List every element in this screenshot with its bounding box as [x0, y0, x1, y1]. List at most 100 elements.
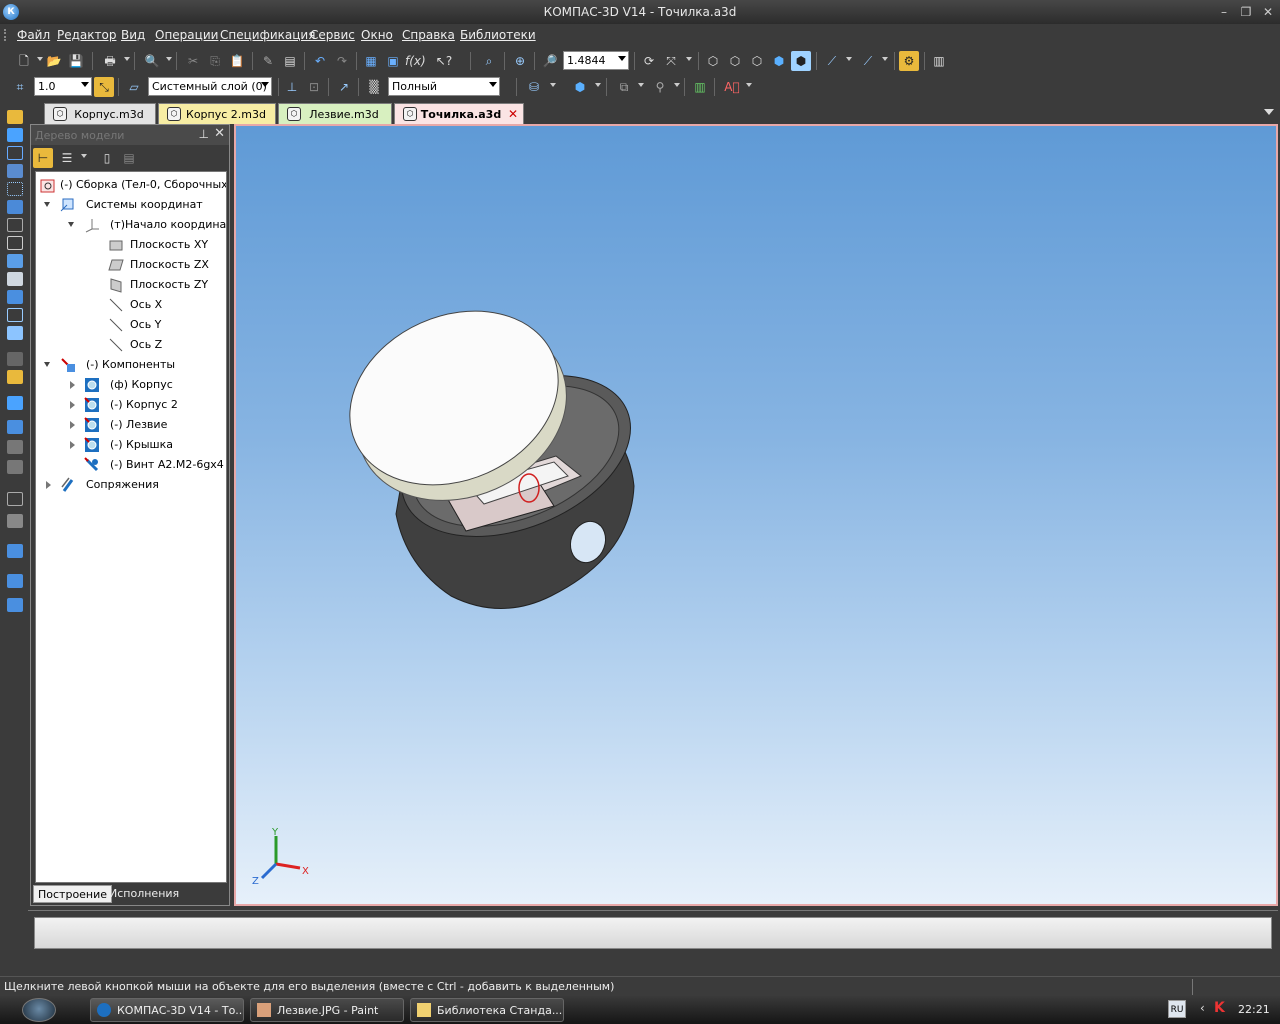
rotate-icon[interactable]: ⟳ — [639, 51, 659, 71]
tab-korpus[interactable]: ⬡ Корпус.m3d — [44, 103, 156, 124]
language-indicator[interactable]: RU — [1168, 1000, 1186, 1018]
zoom-scale-icon[interactable]: 🔎 — [540, 51, 560, 71]
open-folder-icon[interactable]: 📂 — [44, 51, 64, 71]
tree-node-components[interactable]: (-) Компоненты — [44, 356, 226, 374]
tree-view-dropdown-icon[interactable] — [81, 154, 87, 158]
cut-plane-dropdown-icon[interactable] — [882, 57, 888, 61]
aux-geometry-icon[interactable] — [7, 200, 23, 214]
tree-filter-dropdown-icon[interactable] — [674, 83, 680, 87]
view-mode-combo[interactable]: Полный — [388, 77, 500, 96]
model-viewport[interactable]: Y X Z — [234, 124, 1278, 906]
step-icon[interactable]: ⌗ — [10, 77, 30, 97]
orientation-icon[interactable]: ⤧ — [661, 51, 681, 71]
tree-node-coord-systems[interactable]: Системы координат — [44, 196, 226, 214]
orthogonal-icon[interactable]: ⊡ — [304, 77, 324, 97]
menu-grip[interactable] — [4, 29, 7, 41]
collapse-icon[interactable] — [70, 381, 75, 389]
attach-dropdown-icon[interactable] — [638, 83, 644, 87]
help-pointer-icon[interactable]: ↖? — [434, 51, 454, 71]
tab-tochilka[interactable]: ⬡ Точилка.a3d ✕ — [394, 103, 524, 124]
cut-icon[interactable]: ✂ — [183, 51, 203, 71]
clock[interactable]: 22:21 — [1238, 1003, 1270, 1016]
section-icon[interactable]: ⟋ — [822, 51, 842, 71]
tree-node-axis-y[interactable]: Ось Y — [108, 316, 226, 334]
insert-icon[interactable] — [7, 370, 23, 384]
tree-filter-icon[interactable]: ⚲ — [650, 77, 670, 97]
library-icon[interactable] — [7, 574, 23, 588]
save-icon[interactable]: 💾 — [66, 51, 86, 71]
annotation-icon[interactable]: A⃞ — [722, 77, 742, 97]
tree-node-assembly[interactable]: (-) Сборка (Тел-0, Сборочных е — [40, 176, 226, 194]
redo-icon[interactable]: ↷ — [332, 51, 352, 71]
menu-help[interactable]: Справка — [402, 28, 455, 42]
menu-editor[interactable]: Редактор — [57, 28, 116, 42]
tree-node-axis-x[interactable]: Ось X — [108, 296, 226, 314]
tray-expand-icon[interactable]: ‹ — [1200, 1001, 1205, 1015]
menu-libraries[interactable]: Библиотеки — [460, 28, 536, 42]
zoom-fit-icon[interactable]: ⊕ — [510, 51, 530, 71]
thin-lines-icon[interactable]: ⬡ — [747, 51, 767, 71]
arrays-icon[interactable] — [7, 182, 23, 196]
snap-icon[interactable]: ⤡ — [94, 77, 114, 97]
spatial-curves-icon[interactable] — [7, 146, 23, 160]
variables-fx-icon[interactable]: f(x) — [405, 51, 426, 71]
detail-level-icon[interactable]: ▒ — [364, 77, 384, 97]
taskbar-library[interactable]: Библиотека Станда... — [410, 998, 564, 1022]
halftone-icon[interactable]: ⬢ — [769, 51, 789, 71]
sharpener-model[interactable] — [236, 126, 1276, 904]
print-dropdown-icon[interactable] — [124, 57, 130, 61]
undo-icon[interactable]: ↶ — [310, 51, 330, 71]
tree-node-plane-zx[interactable]: Плоскость ZX — [108, 256, 226, 274]
halftone-outline-icon[interactable]: ⬢ — [791, 51, 811, 71]
tree-node-kryshka[interactable]: (-) Крышка — [70, 436, 226, 454]
close-panel-icon[interactable]: ✕ — [214, 126, 225, 141]
tree-node-korpus2[interactable]: (-) Корпус 2 — [70, 396, 226, 414]
zoom-dropdown-icon[interactable] — [618, 56, 626, 61]
wireframe-icon[interactable]: ⬡ — [703, 51, 723, 71]
tree-node-plane-xy[interactable]: Плоскость XY — [108, 236, 226, 254]
mates-icon[interactable] — [7, 218, 23, 232]
view-manager-icon[interactable]: ▥ — [929, 51, 949, 71]
view-mode-dropdown-icon[interactable] — [489, 82, 497, 87]
layer-combo[interactable]: Системный слой (0) — [148, 77, 272, 96]
zoom-window-icon[interactable]: ⌕ — [479, 51, 499, 71]
annotation-dropdown-icon[interactable] — [746, 83, 752, 87]
pin-icon[interactable]: ⊥ — [199, 127, 209, 141]
new-file-icon[interactable]: 🗋 — [14, 51, 34, 71]
start-button[interactable] — [22, 998, 56, 1022]
filters-icon[interactable] — [7, 254, 23, 268]
section-dropdown-icon[interactable] — [846, 57, 852, 61]
menu-file[interactable]: Файл — [17, 28, 50, 42]
step-combo[interactable]: 1.0 — [34, 77, 92, 96]
tree-settings-icon[interactable]: ▤ — [119, 148, 139, 168]
hidden-lines-icon[interactable]: ⬡ — [725, 51, 745, 71]
select-icon[interactable]: ⬢ — [570, 77, 590, 97]
attributes-icon[interactable] — [7, 598, 23, 612]
restore-button[interactable]: ❐ — [1237, 4, 1255, 20]
parametric-icon[interactable]: ↗ — [334, 77, 354, 97]
tree-view-structure-icon[interactable]: ⊢ — [33, 148, 53, 168]
collapse-icon[interactable] — [70, 441, 75, 449]
layer-icon[interactable]: ▱ — [124, 77, 144, 97]
step-dropdown-icon[interactable] — [81, 82, 89, 87]
reports-icon[interactable] — [7, 290, 23, 304]
attach-icon[interactable]: ⧉ — [614, 77, 634, 97]
filter-icon[interactable]: ⛁ — [524, 77, 544, 97]
expand-icon[interactable] — [44, 202, 50, 207]
collapse-icon[interactable] — [70, 421, 75, 429]
properties-icon[interactable]: ▤ — [280, 51, 300, 71]
measure-icon[interactable]: ▥ — [690, 77, 710, 97]
menu-service[interactable]: Сервис — [310, 28, 355, 42]
antivirus-icon[interactable]: K — [1214, 1000, 1230, 1018]
tree-node-lezvie[interactable]: (-) Лезвие — [70, 416, 226, 434]
macro-icon[interactable] — [7, 544, 23, 558]
tree-node-korpus[interactable]: (ф) Корпус — [70, 376, 226, 394]
copy-icon[interactable]: ⎘ — [205, 51, 225, 71]
tree-node-screw[interactable]: (-) Винт A2.M2-6gx4 ГС — [70, 456, 226, 474]
tabs-menu-chevron-icon[interactable] — [1264, 109, 1274, 115]
menu-view[interactable]: Вид — [121, 28, 145, 42]
paste-icon[interactable]: 📋 — [227, 51, 247, 71]
menu-operations[interactable]: Операции — [155, 28, 218, 42]
expand-icon[interactable] — [68, 222, 74, 227]
tab-lezvie[interactable]: ⬡ Лезвие.m3d — [278, 103, 392, 124]
